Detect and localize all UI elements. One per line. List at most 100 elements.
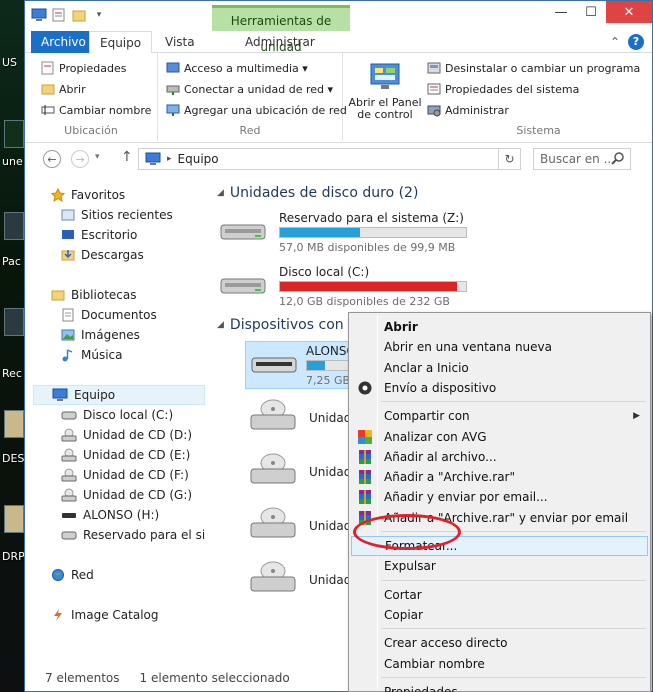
add-network-location-button[interactable]: Agregar una ubicación de red xyxy=(166,103,347,117)
desktop-shortcut-icon[interactable] xyxy=(4,120,24,148)
refresh-button[interactable]: ↻ xyxy=(498,149,520,169)
network-drive-icon xyxy=(166,85,180,95)
tab-equipo[interactable]: Equipo xyxy=(89,31,153,54)
nav-item[interactable]: Imágenes xyxy=(25,325,140,345)
desktop-shortcut-icon[interactable] xyxy=(4,505,24,533)
chevron-down-icon[interactable]: ◢ xyxy=(217,320,224,330)
maximize-button[interactable]: ☐ xyxy=(576,1,606,23)
context-menu-item[interactable]: Añadir al archivo... xyxy=(351,447,648,467)
back-button[interactable]: ← xyxy=(43,150,61,168)
desktop-label: Rec xyxy=(2,367,22,380)
map-network-drive-button[interactable]: Conectar a unidad de red ▾ xyxy=(166,82,333,96)
cd-icon xyxy=(61,448,77,462)
nav-item[interactable]: Disco local (C:) xyxy=(25,405,173,425)
window-controls: — ☐ ✕ xyxy=(546,1,652,23)
nav-item[interactable]: Escritorio xyxy=(25,225,137,245)
tab-vista[interactable]: Vista xyxy=(155,31,205,53)
context-menu-item[interactable]: Copiar xyxy=(351,605,648,625)
rename-button[interactable]: Cambiar nombre xyxy=(41,103,151,117)
context-menu-item[interactable]: Propiedades xyxy=(351,682,648,692)
pictures-icon xyxy=(61,328,75,342)
chevron-down-icon[interactable]: ▾ xyxy=(95,152,100,162)
desktop-icon xyxy=(61,228,75,242)
nav-item[interactable]: Equipo xyxy=(33,385,205,405)
address-input[interactable]: ▸ Equipo xyxy=(138,148,521,170)
breadcrumb-equipo[interactable]: Equipo xyxy=(178,152,219,166)
nav-item[interactable]: ALONSO (H:) xyxy=(25,505,159,525)
drive-item[interactable]: Reservado para el sistema (Z:) 57,0 MB d… xyxy=(219,209,469,255)
context-menu: Abrir Abrir en una ventana nueva Anclar a … xyxy=(348,312,651,692)
nav-item[interactable]: Sitios recientes xyxy=(25,205,173,225)
context-menu-item[interactable]: Expulsar xyxy=(351,556,648,576)
context-menu-item[interactable]: Anclar a Inicio xyxy=(351,358,648,378)
context-menu-item[interactable]: Compartir con ▶ xyxy=(351,406,648,426)
nav-item[interactable]: Unidad de CD (E:) xyxy=(25,445,190,465)
nav-item[interactable]: Red xyxy=(25,565,94,585)
forward-button[interactable]: → xyxy=(71,150,89,168)
drive-item[interactable]: Disco local (C:) 12,0 GB disponibles de … xyxy=(219,263,469,309)
context-menu-item[interactable]: Envío a dispositivo xyxy=(351,378,648,398)
search-icon[interactable] xyxy=(611,152,625,166)
tab-administrar[interactable]: Administrar xyxy=(235,31,325,53)
context-menu-item-label: Propiedades xyxy=(384,684,458,692)
control-panel-button[interactable]: Abrir el Panel de control xyxy=(347,61,423,121)
nav-item[interactable]: Bibliotecas xyxy=(25,285,136,305)
nav-item[interactable]: Unidad de CD (G:) xyxy=(25,485,192,505)
uninstall-program-button[interactable]: Desinstalar o cambiar un programa xyxy=(427,61,640,75)
computer-icon[interactable] xyxy=(31,7,47,23)
nav-item-label: Sitios recientes xyxy=(81,208,173,222)
manage-icon xyxy=(427,105,441,117)
close-button[interactable]: ✕ xyxy=(606,1,652,23)
context-menu-item[interactable]: Abrir xyxy=(351,317,648,337)
search-input[interactable]: Buscar en ... xyxy=(533,148,631,170)
help-icon[interactable]: ? xyxy=(628,34,644,50)
tab-archivo[interactable]: Archivo xyxy=(31,31,96,53)
context-tab-drive-tools[interactable]: Herramientas de unidad xyxy=(212,5,350,54)
properties-icon[interactable] xyxy=(51,7,67,23)
group-label-ubicacion: Ubicación xyxy=(64,124,118,137)
nav-item[interactable]: Música xyxy=(25,345,123,365)
cd-drive-icon xyxy=(250,453,296,484)
context-menu-item-label: Anclar a Inicio xyxy=(384,360,469,375)
nav-item[interactable]: Descargas xyxy=(25,245,144,265)
desktop-shortcut-icon[interactable] xyxy=(4,410,24,438)
breadcrumb-separator[interactable]: ▸ xyxy=(167,154,172,164)
title-bar: ▾ Herramientas de unidad — ☐ ✕ xyxy=(25,1,652,54)
star-icon xyxy=(51,188,65,202)
chevron-down-icon[interactable]: ◢ xyxy=(217,188,224,198)
chevron-down-icon[interactable]: ▾ xyxy=(91,7,107,23)
nav-item[interactable]: Image Catalog xyxy=(25,605,158,625)
section-hard-drives-label: Unidades de disco duro (2) xyxy=(229,185,419,201)
context-menu-item[interactable]: Cortar xyxy=(351,585,648,605)
properties-button[interactable]: Propiedades xyxy=(41,61,126,75)
context-menu-item[interactable]: Añadir a "Archive.rar" xyxy=(351,467,648,487)
up-button[interactable]: ↑ xyxy=(121,149,133,165)
media-access-button[interactable]: Acceso a multimedia ▾ xyxy=(166,61,308,75)
ribbon-tabs: Archivo Equipo Vista Administrar ⌃ ? xyxy=(25,31,652,54)
nav-item[interactable]: Unidad de CD (D:) xyxy=(25,425,192,445)
open-button[interactable]: Abrir xyxy=(41,82,86,96)
context-menu-item[interactable]: Analizar con AVG xyxy=(351,427,648,447)
context-menu-item[interactable]: Añadir y enviar por email... xyxy=(351,487,648,507)
system-properties-button[interactable]: Propiedades del sistema xyxy=(427,82,579,96)
minimize-button[interactable]: — xyxy=(546,1,576,23)
nav-item[interactable]: Reservado para el sistema (Z:) xyxy=(25,525,205,545)
context-menu-item[interactable]: Cambiar nombre xyxy=(351,654,648,674)
context-menu-item[interactable]: Crear acceso directo xyxy=(351,633,648,653)
section-hard-drives[interactable]: ◢ Unidades de disco duro (2) xyxy=(217,185,418,201)
ribbon-collapse-icon[interactable]: ⌃ xyxy=(610,35,620,49)
context-menu-item[interactable]: Abrir en una ventana nueva xyxy=(351,337,648,357)
cd-drive-icon xyxy=(250,507,296,538)
cd-icon xyxy=(61,488,77,502)
manage-button[interactable]: Administrar xyxy=(427,103,509,117)
context-menu-item-label: Abrir en una ventana nueva xyxy=(384,340,552,355)
nav-item[interactable]: Favoritos xyxy=(25,185,125,205)
desktop-shortcut-icon[interactable] xyxy=(4,308,24,336)
nav-item[interactable]: Documentos xyxy=(25,305,157,325)
network-location-icon xyxy=(166,104,180,116)
desktop-shortcut-icon[interactable] xyxy=(4,212,24,240)
new-folder-icon[interactable] xyxy=(71,7,87,23)
context-menu-item-label: Compartir con xyxy=(384,409,470,424)
manage-label: Administrar xyxy=(445,103,509,117)
nav-item[interactable]: Unidad de CD (F:) xyxy=(25,465,189,485)
